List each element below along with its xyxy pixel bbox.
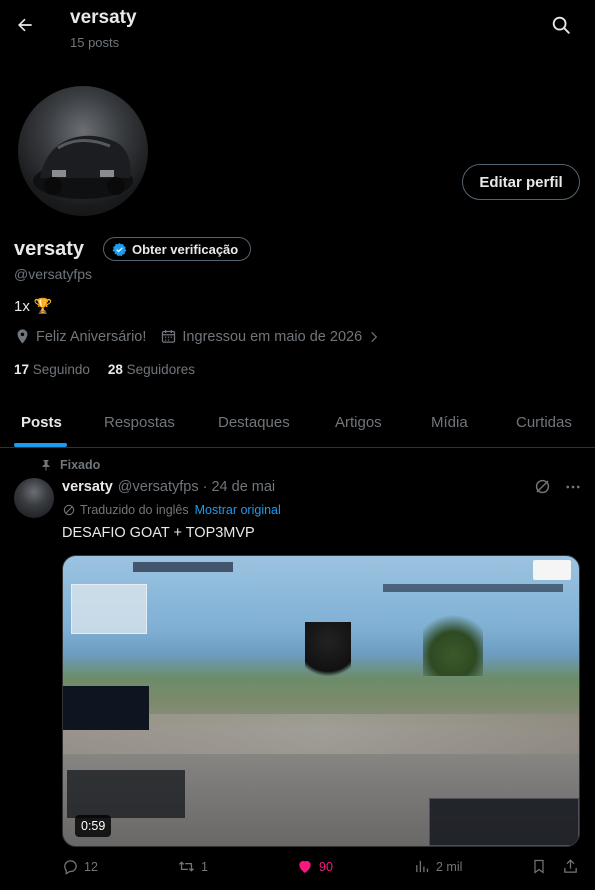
video-killfeed bbox=[67, 770, 185, 818]
translation-note: Traduzido do inglês Mostrar original bbox=[62, 503, 281, 517]
calendar-icon bbox=[162, 330, 176, 343]
back-arrow-icon bbox=[18, 18, 32, 32]
pin-icon bbox=[42, 460, 50, 471]
grok-icon[interactable] bbox=[533, 477, 552, 496]
edit-profile-button[interactable]: Editar perfil bbox=[462, 164, 580, 200]
pinned-label: Fixado bbox=[40, 458, 100, 472]
tab-replies[interactable]: Respostas bbox=[104, 396, 175, 448]
profile-tabs: Posts Respostas Destaques Artigos Mídia … bbox=[0, 396, 595, 448]
views-button[interactable]: 2 mil bbox=[414, 858, 462, 875]
tab-likes[interactable]: Curtidas bbox=[516, 396, 572, 448]
post-handle-date[interactable]: @versatyfps · 24 de mai bbox=[118, 479, 275, 495]
trophy-icon: 🏆 bbox=[33, 298, 53, 315]
search-button[interactable] bbox=[550, 14, 572, 36]
following-link[interactable]: 17 Seguindo bbox=[14, 362, 90, 377]
post-header: versaty @versatyfps · 24 de mai bbox=[62, 479, 275, 495]
followers-label: Seguidores bbox=[126, 362, 195, 377]
get-verified-button[interactable]: Obter verificação bbox=[103, 237, 252, 261]
post-text: DESAFIO GOAT + TOP3MVP bbox=[62, 525, 255, 541]
joined-text: Ingressou em maio de 2026 bbox=[182, 328, 363, 345]
post-video[interactable]: 0:59 bbox=[62, 555, 580, 847]
bookmark-button[interactable] bbox=[531, 858, 547, 875]
reply-count: 12 bbox=[84, 859, 98, 874]
post-author-avatar[interactable] bbox=[14, 478, 54, 518]
translate-icon bbox=[63, 504, 75, 516]
like-button[interactable]: 90 bbox=[296, 858, 333, 875]
video-hud-top bbox=[133, 562, 233, 572]
chevron-right-icon bbox=[371, 331, 378, 342]
get-verified-label: Obter verificação bbox=[132, 241, 239, 257]
video-weapon-panel bbox=[63, 686, 149, 730]
reply-icon bbox=[64, 860, 77, 875]
profile-bio: 1x 🏆 bbox=[14, 297, 53, 316]
following-label: Seguindo bbox=[32, 362, 90, 377]
followers-link[interactable]: 28 Seguidores bbox=[108, 362, 195, 377]
profile-avatar[interactable] bbox=[14, 82, 152, 220]
heart-icon bbox=[299, 860, 311, 873]
verified-badge-icon bbox=[112, 242, 127, 256]
search-icon bbox=[552, 16, 570, 34]
show-original-link[interactable]: Mostrar original bbox=[195, 503, 281, 517]
joined-item[interactable]: Ingressou em maio de 2026 bbox=[160, 328, 381, 345]
video-ammo-panel bbox=[429, 798, 579, 846]
followers-count: 28 bbox=[107, 362, 123, 377]
post-action-bar: 12 1 90 2 mil bbox=[62, 858, 584, 882]
profile-handle: @versatyfps bbox=[14, 266, 93, 282]
video-duration: 0:59 bbox=[75, 815, 112, 837]
repost-icon bbox=[178, 861, 195, 872]
repost-button[interactable]: 1 bbox=[177, 858, 208, 875]
video-hud-bar bbox=[383, 584, 563, 592]
pinned-text: Fixado bbox=[60, 458, 101, 472]
profile-meta: Feliz Aniversário! Ingressou em maio de … bbox=[14, 328, 381, 345]
birthday-item: Feliz Aniversário! bbox=[14, 328, 146, 345]
header-title: versaty bbox=[70, 7, 137, 28]
header-post-count: 15 posts bbox=[70, 35, 120, 50]
translated-text: Traduzido do inglês bbox=[80, 503, 189, 517]
post-top-actions bbox=[533, 477, 582, 496]
birthday-text: Feliz Aniversário! bbox=[36, 328, 147, 345]
repost-count: 1 bbox=[201, 859, 208, 874]
views-icon bbox=[416, 860, 429, 873]
top-bar: versaty 15 posts bbox=[0, 0, 595, 56]
reply-button[interactable]: 12 bbox=[62, 858, 98, 875]
location-icon bbox=[17, 329, 28, 344]
video-scene-figure bbox=[305, 622, 351, 686]
tab-media[interactable]: Mídia bbox=[431, 396, 468, 448]
avatar-image bbox=[18, 86, 148, 216]
share-button[interactable] bbox=[562, 858, 579, 875]
following-count: 17 bbox=[14, 362, 30, 377]
post-author-name[interactable]: versaty bbox=[62, 479, 113, 495]
video-minimap bbox=[71, 584, 147, 634]
profile-display-name: versaty bbox=[14, 238, 85, 260]
active-tab-indicator bbox=[14, 443, 67, 447]
video-scene-tree bbox=[423, 606, 483, 676]
like-count: 90 bbox=[319, 859, 333, 874]
tab-articles[interactable]: Artigos bbox=[335, 396, 382, 448]
bio-text: 1x bbox=[14, 297, 30, 315]
tab-highlights[interactable]: Destaques bbox=[218, 396, 290, 448]
video-logo-mark bbox=[533, 560, 571, 580]
tab-posts[interactable]: Posts bbox=[21, 396, 62, 448]
share-icon bbox=[564, 859, 577, 873]
back-button[interactable] bbox=[12, 12, 38, 38]
views-count: 2 mil bbox=[436, 859, 463, 874]
follow-stats: 17 Seguindo 28 Seguidores bbox=[14, 362, 195, 377]
more-icon[interactable] bbox=[564, 478, 582, 496]
bookmark-icon bbox=[534, 859, 544, 874]
